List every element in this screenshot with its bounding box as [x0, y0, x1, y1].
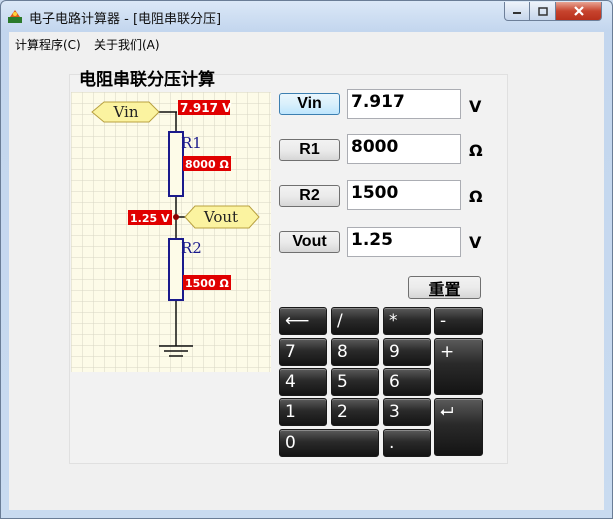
key-multiply[interactable]: *	[383, 307, 431, 335]
key-dot[interactable]: .	[383, 429, 431, 457]
maximize-button[interactable]	[530, 2, 556, 21]
vout-tag-label: Vout	[203, 208, 238, 226]
close-button[interactable]	[556, 2, 602, 21]
key-enter[interactable]: ⮠	[434, 398, 483, 456]
key-divide[interactable]: /	[331, 307, 379, 335]
key-9[interactable]: 9	[383, 338, 431, 366]
title-bar[interactable]: 电子电路计算器 - [电阻串联分压]	[1, 1, 612, 31]
r1-button[interactable]: R1	[279, 139, 340, 161]
key-1[interactable]: 1	[279, 398, 327, 426]
vin-value-label: 7.917 V	[180, 101, 232, 115]
key-plus[interactable]: +	[434, 338, 483, 395]
r1-name: R1	[181, 134, 202, 152]
vin-tag-label: Vin	[112, 103, 138, 121]
menu-calc-program[interactable]: 计算程序(C)	[15, 36, 81, 53]
key-7[interactable]: 7	[279, 338, 327, 366]
circuit-diagram: Vin Vout R1 R2 7.917 V 8000 Ω 1.25 V 150…	[71, 92, 271, 372]
maximize-icon	[537, 6, 548, 16]
r1-value-label: 8000 Ω	[185, 158, 229, 171]
r1-input[interactable]: 8000	[347, 134, 461, 164]
minimize-icon	[513, 12, 521, 14]
vout-value-label: 1.25 V	[130, 212, 170, 225]
menu-bar: 计算程序(C) 关于我们(A)	[9, 32, 604, 55]
key-4[interactable]: 4	[279, 368, 327, 396]
r2-name: R2	[181, 239, 202, 257]
menu-about-us[interactable]: 关于我们(A)	[94, 36, 160, 53]
key-2[interactable]: 2	[331, 398, 379, 426]
key-6[interactable]: 6	[383, 368, 431, 396]
r2-input[interactable]: 1500	[347, 180, 461, 210]
vin-unit: V	[469, 97, 482, 116]
vin-input[interactable]: 7.917	[347, 89, 461, 119]
close-icon	[573, 6, 584, 16]
window-title: 电子电路计算器 - [电阻串联分压]	[29, 12, 222, 27]
minimize-button[interactable]	[504, 2, 530, 21]
page-title: 电阻串联分压计算	[79, 70, 215, 90]
key-3[interactable]: 3	[383, 398, 431, 426]
junction-node	[173, 214, 179, 220]
key-0[interactable]: 0	[279, 429, 379, 457]
app-window: 电子电路计算器 - [电阻串联分压] 计算程序(C) 关于我们(A) 电阻串联分…	[0, 0, 613, 519]
reset-button[interactable]: 重置	[408, 276, 481, 299]
vout-unit: V	[469, 233, 482, 252]
vout-input[interactable]: 1.25	[347, 227, 461, 257]
r1-unit: Ω	[469, 141, 483, 160]
key-5[interactable]: 5	[331, 368, 379, 396]
r2-button[interactable]: R2	[279, 185, 340, 207]
vout-button[interactable]: Vout	[279, 231, 340, 253]
key-minus[interactable]: -	[434, 307, 483, 335]
r2-value-label: 1500 Ω	[185, 277, 229, 290]
app-icon	[8, 10, 22, 23]
r2-unit: Ω	[469, 187, 483, 206]
key-8[interactable]: 8	[331, 338, 379, 366]
key-backspace[interactable]: ⟵	[279, 307, 327, 335]
vin-button[interactable]: Vin	[279, 93, 340, 115]
